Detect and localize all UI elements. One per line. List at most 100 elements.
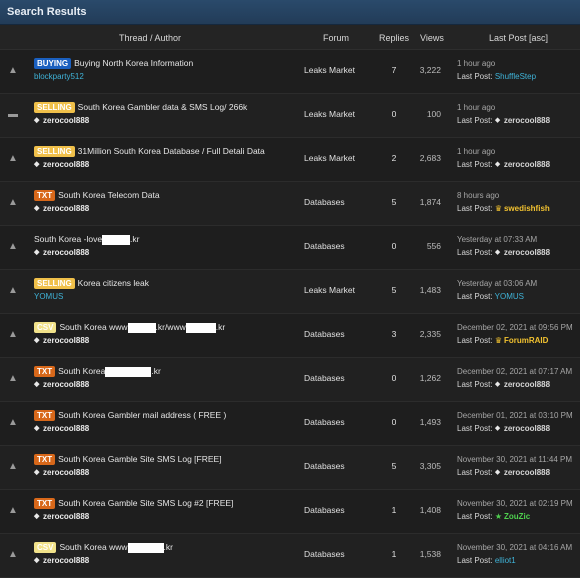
thread-title-suffix[interactable]: .kr (164, 542, 173, 552)
last-post-username[interactable]: zerocool888 (504, 424, 550, 433)
last-post-username[interactable]: zerocool888 (504, 380, 550, 389)
thread-author[interactable]: ◆ zerocool888 (34, 556, 89, 565)
thread-title-suffix[interactable]: .kr (216, 322, 225, 332)
thread-author[interactable]: ◆ zerocool888 (34, 248, 89, 257)
thread-title[interactable]: TXT South Korea .kr (34, 366, 161, 377)
last-post-time[interactable]: 1 hour ago (457, 103, 495, 112)
col-forum[interactable]: Forum (323, 33, 349, 43)
author-name[interactable]: zerocool888 (43, 556, 89, 565)
thread-author[interactable]: YOMUS (34, 292, 63, 301)
last-post-username[interactable]: ForumRAID (504, 336, 548, 345)
thread-title[interactable]: BUYING Buying North Korea Information (34, 58, 193, 69)
thread-title-text[interactable]: South Korea Gamble Site SMS Log [FREE] (58, 454, 221, 464)
thread-title-mid[interactable]: .kr/www (156, 322, 186, 332)
thread-title-text[interactable]: South Korea www (59, 542, 127, 552)
thread-title[interactable]: South Korea -love .kr (34, 234, 140, 245)
thread-author[interactable]: ◆ zerocool888 (34, 424, 89, 433)
forum-name[interactable]: Databases (304, 197, 345, 207)
last-post-time[interactable]: Yesterday at 07:33 AM (457, 235, 537, 244)
thread-title-text[interactable]: South Korea -love (34, 234, 102, 244)
last-post-time[interactable]: December 02, 2021 at 07:17 AM (457, 367, 572, 376)
thread-title[interactable]: SELLING South Korea Gambler data & SMS Lo… (34, 102, 247, 113)
last-post-username[interactable]: zerocool888 (504, 116, 550, 125)
col-replies[interactable]: Replies (379, 33, 409, 43)
last-post-username[interactable]: swedishfish (504, 204, 550, 213)
thread-title-text[interactable]: Buying North Korea Information (74, 58, 193, 68)
author-name[interactable]: zerocool888 (43, 380, 89, 389)
prefix-badge[interactable]: TXT (34, 366, 56, 377)
last-post-time[interactable]: 1 hour ago (457, 59, 495, 68)
thread-title[interactable]: TXT South Korea Gambler mail address ( FR… (34, 410, 226, 421)
forum-name[interactable]: Databases (304, 329, 345, 339)
thread-title[interactable]: CSV South Korea www .kr (34, 542, 173, 553)
thread-title-text[interactable]: 31Million South Korea Database / Full De… (78, 146, 265, 156)
last-post-time[interactable]: November 30, 2021 at 02:19 PM (457, 499, 573, 508)
last-post-time[interactable]: December 01, 2021 at 03:10 PM (457, 411, 573, 420)
author-name[interactable]: zerocool888 (43, 116, 89, 125)
author-name[interactable]: zerocool888 (43, 424, 89, 433)
last-post-username[interactable]: YOMUS (495, 292, 524, 301)
prefix-badge[interactable]: TXT (34, 498, 56, 509)
forum-name[interactable]: Databases (304, 417, 345, 427)
thread-title-text[interactable]: South Korea (58, 366, 105, 376)
last-post-username[interactable]: elliot1 (495, 556, 516, 565)
thread-title[interactable]: TXT South Korea Telecom Data (34, 190, 160, 201)
author-name[interactable]: YOMUS (34, 292, 63, 301)
thread-author[interactable]: ◆ zerocool888 (34, 336, 89, 345)
author-name[interactable]: zerocool888 (43, 468, 89, 477)
thread-title-suffix[interactable]: .kr (151, 366, 160, 376)
forum-name[interactable]: Leaks Market (304, 109, 355, 119)
thread-title[interactable]: SELLING Korea citizens leak (34, 278, 149, 289)
last-post-username[interactable]: ZouZic (504, 512, 530, 521)
forum-name[interactable]: Databases (304, 241, 345, 251)
last-post-username[interactable]: ShuffleStep (495, 72, 536, 81)
last-post-username[interactable]: zerocool888 (504, 160, 550, 169)
prefix-badge[interactable]: BUYING (34, 58, 72, 69)
thread-title-suffix[interactable]: .kr (130, 234, 139, 244)
thread-author[interactable]: ◆ zerocool888 (34, 116, 89, 125)
thread-author[interactable]: ◆ zerocool888 (34, 512, 89, 521)
prefix-badge[interactable]: TXT (34, 454, 56, 465)
thread-title-text[interactable]: South Korea Gambler mail address ( FREE … (58, 410, 226, 420)
forum-name[interactable]: Databases (304, 461, 345, 471)
thread-title[interactable]: CSV South Korea www .kr/www .kr (34, 322, 225, 333)
last-post-time[interactable]: November 30, 2021 at 04:16 AM (457, 543, 572, 552)
prefix-badge[interactable]: SELLING (34, 146, 75, 157)
thread-author[interactable]: ◆ zerocool888 (34, 380, 89, 389)
col-last-post[interactable]: Last Post [asc] (489, 33, 548, 43)
thread-author[interactable]: ◆ zerocool888 (34, 204, 89, 213)
thread-title-text[interactable]: South Korea www (59, 322, 127, 332)
prefix-badge[interactable]: TXT (34, 190, 56, 201)
forum-name[interactable]: Leaks Market (304, 65, 355, 75)
thread-author[interactable]: ◆ zerocool888 (34, 468, 89, 477)
thread-title-text[interactable]: South Korea Telecom Data (58, 190, 159, 200)
last-post-time[interactable]: December 02, 2021 at 09:56 PM (457, 323, 573, 332)
thread-title-text[interactable]: Korea citizens leak (78, 278, 149, 288)
prefix-badge[interactable]: TXT (34, 410, 56, 421)
thread-title-text[interactable]: South Korea Gamble Site SMS Log #2 [FREE… (58, 498, 233, 508)
prefix-badge[interactable]: CSV (34, 322, 57, 333)
author-name[interactable]: zerocool888 (43, 248, 89, 257)
author-name[interactable]: zerocool888 (43, 160, 89, 169)
thread-title[interactable]: TXT South Korea Gamble Site SMS Log [FREE… (34, 454, 222, 465)
prefix-badge[interactable]: CSV (34, 542, 57, 553)
last-post-time[interactable]: November 30, 2021 at 11:44 PM (457, 455, 572, 464)
forum-name[interactable]: Databases (304, 373, 345, 383)
forum-name[interactable]: Databases (304, 549, 345, 559)
col-views[interactable]: Views (420, 33, 444, 43)
prefix-badge[interactable]: SELLING (34, 278, 75, 289)
thread-author[interactable]: blockparty512 (34, 72, 84, 81)
thread-author[interactable]: ◆ zerocool888 (34, 160, 89, 169)
thread-title[interactable]: TXT South Korea Gamble Site SMS Log #2 [F… (34, 498, 233, 509)
last-post-time[interactable]: 1 hour ago (457, 147, 495, 156)
forum-name[interactable]: Leaks Market (304, 153, 355, 163)
last-post-time[interactable]: Yesterday at 03:06 AM (457, 279, 537, 288)
prefix-badge[interactable]: SELLING (34, 102, 75, 113)
last-post-username[interactable]: zerocool888 (504, 468, 550, 477)
author-name[interactable]: zerocool888 (43, 204, 89, 213)
author-name[interactable]: zerocool888 (43, 512, 89, 521)
last-post-time[interactable]: 8 hours ago (457, 191, 499, 200)
forum-name[interactable]: Databases (304, 505, 345, 515)
thread-title-text[interactable]: South Korea Gambler data & SMS Log/ 266k (78, 102, 248, 112)
thread-title[interactable]: SELLING 31Million South Korea Database / … (34, 146, 265, 157)
